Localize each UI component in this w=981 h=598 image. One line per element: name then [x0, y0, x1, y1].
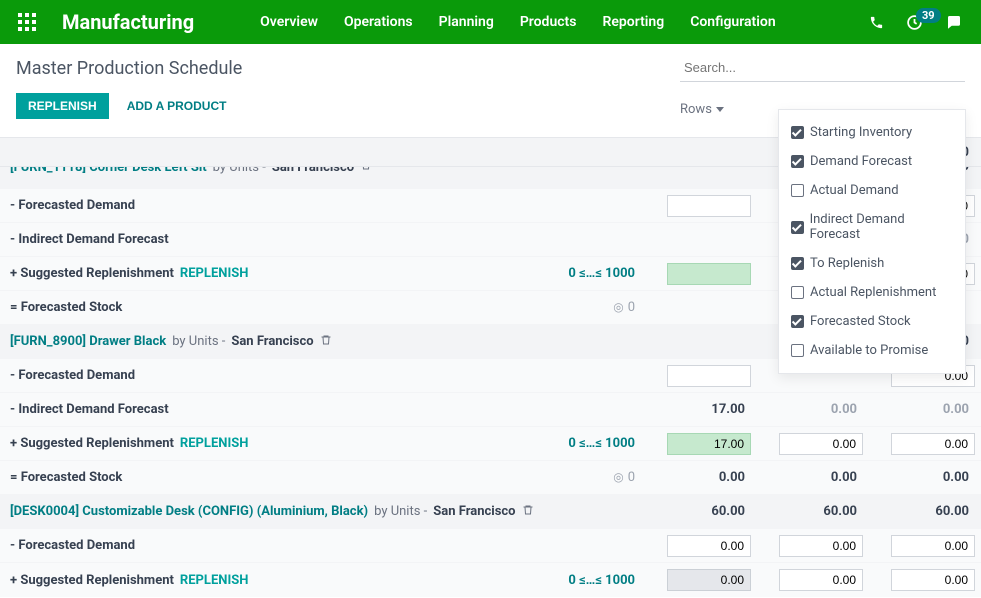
row-label: - Indirect Demand Forecast [10, 232, 551, 247]
section-value: 60.00 [645, 504, 757, 519]
nav-products[interactable]: Products [520, 14, 577, 30]
checkbox-icon [791, 286, 804, 299]
demand-input[interactable] [667, 195, 751, 217]
activity-badge: 39 [916, 8, 941, 23]
target-zero: 0 [628, 300, 635, 315]
replenish-input[interactable] [891, 433, 975, 455]
demand-input[interactable] [667, 365, 751, 387]
nav-configuration[interactable]: Configuration [690, 14, 775, 30]
checkbox-icon [791, 184, 804, 197]
row-label: - Forecasted Demand [10, 538, 551, 553]
product-sku[interactable]: [DESK0004] Customizable Desk (CONFIG) (A… [10, 504, 368, 519]
row-label: + Suggested Replenishment [10, 436, 174, 451]
indirect-demand-row: - Indirect Demand Forecast 17.00 0.00 0.… [0, 393, 981, 427]
replenish-input[interactable] [779, 569, 863, 591]
section-value: 60.00 [757, 504, 869, 519]
row-label: - Forecasted Demand [10, 198, 551, 213]
rows-option-indirect-demand[interactable]: Indirect Demand Forecast [779, 205, 965, 249]
rows-dropdown: Starting Inventory Demand Forecast Actua… [778, 109, 966, 374]
search-input[interactable] [680, 54, 965, 82]
checkbox-icon [791, 344, 804, 357]
checkbox-icon [791, 155, 804, 168]
product-location: San Francisco [272, 167, 354, 175]
trash-icon[interactable] [360, 167, 372, 175]
checkbox-icon [791, 315, 804, 328]
indirect-value: 0.00 [869, 402, 981, 417]
suggested-replenishment-row: + Suggested Replenishment REPLENISH 0 ≤…… [0, 563, 981, 597]
replenish-input[interactable] [667, 433, 751, 455]
by-units-label: by Units - [172, 334, 225, 349]
by-units-label: by Units - [213, 167, 266, 175]
nav-links: Overview Operations Planning Products Re… [260, 14, 776, 30]
forecasted-demand-row: - Forecasted Demand [0, 529, 981, 563]
range-label: 0 ≤…≤ 1000 [551, 436, 645, 451]
row-label: + Suggested Replenishment [10, 266, 174, 281]
row-label: - Indirect Demand Forecast [10, 402, 551, 417]
app-brand[interactable]: Manufacturing [62, 10, 194, 34]
nav-planning[interactable]: Planning [439, 14, 494, 30]
target-icon: ◎ [613, 300, 623, 314]
range-label: 0 ≤…≤ 1000 [551, 266, 645, 281]
forecasted-stock-row: = Forecasted Stock ◎ 0 0.00 0.00 0.00 [0, 461, 981, 495]
demand-input[interactable] [667, 535, 751, 557]
rows-option-actual-demand[interactable]: Actual Demand [779, 176, 965, 205]
checkbox-icon [791, 257, 804, 270]
range-label: 0 ≤…≤ 1000 [551, 573, 645, 588]
target-zero: 0 [628, 470, 635, 485]
row-label: + Suggested Replenishment [10, 573, 174, 588]
rows-option-demand-forecast[interactable]: Demand Forecast [779, 147, 965, 176]
activity-icon[interactable]: 39 [906, 14, 923, 31]
phone-icon[interactable] [869, 15, 884, 30]
search-area: Rows Starting Inventory Demand Forecast … [680, 54, 965, 117]
rows-dropdown-trigger[interactable]: Rows [680, 102, 724, 117]
rows-option-available-to-promise[interactable]: Available to Promise [779, 336, 965, 365]
row-replenish-button[interactable]: REPLENISH [180, 266, 249, 281]
row-label: = Forecasted Stock [10, 470, 551, 485]
demand-input[interactable] [891, 535, 975, 557]
apps-icon[interactable] [18, 13, 36, 31]
row-label: - Forecasted Demand [10, 368, 551, 383]
nav-reporting[interactable]: Reporting [602, 14, 664, 30]
chevron-down-icon [716, 107, 724, 112]
product-section: [DESK0004] Customizable Desk (CONFIG) (A… [0, 495, 981, 529]
section-value: 60.00 [869, 504, 981, 519]
suggested-replenishment-row: + Suggested Replenishment REPLENISH 0 ≤…… [0, 427, 981, 461]
stock-value: 0.00 [757, 470, 869, 485]
stock-value: 0.00 [869, 470, 981, 485]
product-sku[interactable]: [FURN_1118] Corner Desk Left Sit [10, 167, 207, 175]
indirect-value: 0.00 [757, 402, 869, 417]
rows-option-to-replenish[interactable]: To Replenish [779, 249, 965, 278]
page-title: Master Production Schedule [16, 58, 242, 79]
rows-label: Rows [680, 102, 712, 117]
replenish-input[interactable] [891, 569, 975, 591]
product-location: San Francisco [433, 504, 515, 519]
rows-option-actual-replenishment[interactable]: Actual Replenishment [779, 278, 965, 307]
replenish-button[interactable]: REPLENISH [16, 93, 109, 119]
row-label: = Forecasted Stock [10, 300, 551, 315]
demand-input[interactable] [779, 535, 863, 557]
trash-icon[interactable] [320, 334, 332, 350]
trash-icon[interactable] [522, 504, 534, 520]
checkbox-icon [791, 126, 804, 139]
replenish-input[interactable] [779, 433, 863, 455]
rows-option-forecasted-stock[interactable]: Forecasted Stock [779, 307, 965, 336]
rows-option-starting-inventory[interactable]: Starting Inventory [779, 118, 965, 147]
add-product-button[interactable]: ADD A PRODUCT [127, 99, 227, 113]
row-replenish-button[interactable]: REPLENISH [180, 573, 249, 588]
nav-overview[interactable]: Overview [260, 14, 318, 30]
top-nav: Manufacturing Overview Operations Planni… [0, 0, 981, 44]
row-replenish-button[interactable]: REPLENISH [180, 436, 249, 451]
by-units-label: by Units - [374, 504, 427, 519]
product-sku[interactable]: [FURN_8900] Drawer Black [10, 334, 166, 349]
product-location: San Francisco [231, 334, 313, 349]
replenish-input[interactable] [667, 263, 751, 285]
nav-operations[interactable]: Operations [344, 14, 413, 30]
indirect-value: 17.00 [645, 402, 757, 417]
checkbox-icon [791, 221, 804, 234]
chat-icon[interactable] [945, 13, 963, 31]
replenish-input[interactable] [667, 569, 751, 591]
stock-value: 0.00 [645, 470, 757, 485]
target-icon: ◎ [613, 470, 623, 484]
